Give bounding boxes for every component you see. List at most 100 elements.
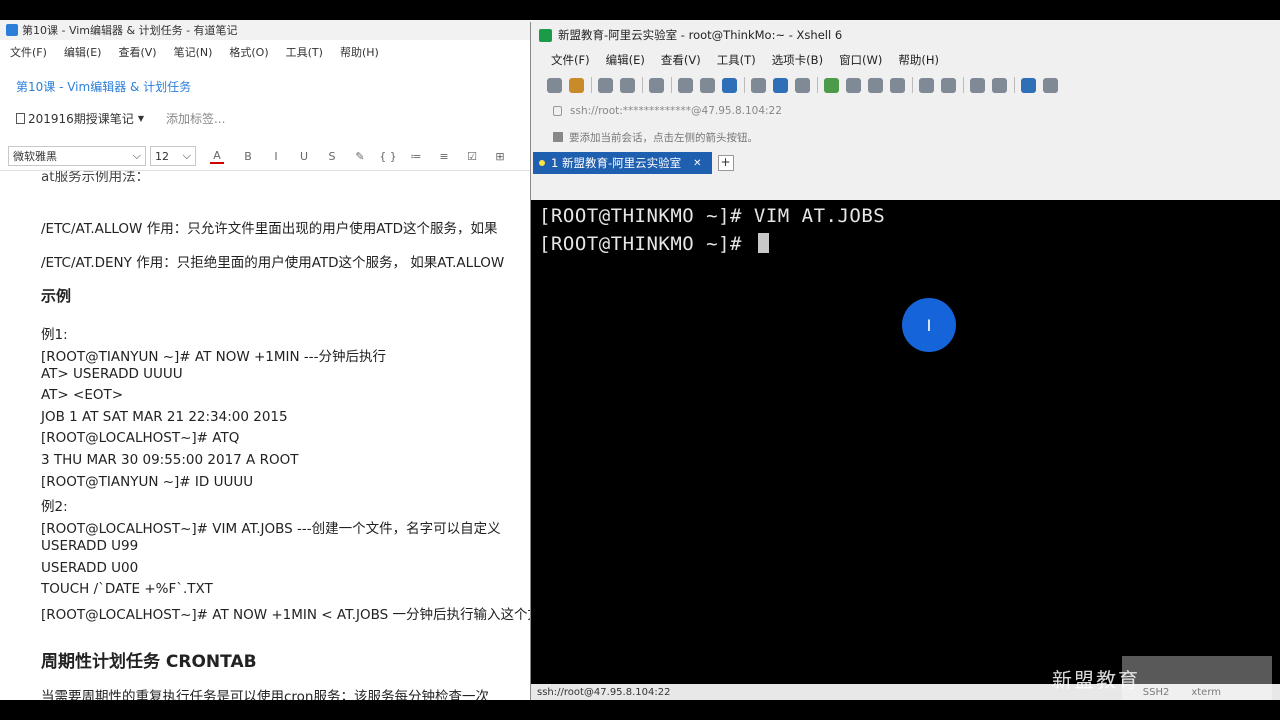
note-menu-view[interactable]: 查看(V) (118, 44, 156, 60)
chevron-down-icon: ⌵ (132, 149, 141, 162)
underline-button[interactable]: U (290, 150, 318, 163)
lock-icon (553, 106, 562, 116)
chevron-down-icon: ▼ (137, 114, 144, 123)
search-icon[interactable] (722, 77, 737, 93)
font-size-select[interactable]: 12 ⌵ (150, 146, 196, 166)
letterbox-bottom (0, 700, 1280, 720)
note-line: [ROOT@LOCALHOST~]# VIM AT.JOBS ---创建一个文件… (41, 521, 501, 537)
note-editor[interactable]: at服务示例用法： /ETC/AT.ALLOW 作用：只允许文件里面出现的用户使… (0, 170, 530, 700)
note-line: [ROOT@TIANYUN ~]# ID UUUU (41, 474, 254, 490)
note-breadcrumb[interactable]: 第10课 - Vim编辑器 & 计划任务 (16, 78, 191, 95)
chevron-down-icon: ⌵ (182, 149, 191, 162)
add-tab-button[interactable]: + (717, 155, 734, 171)
globe-icon[interactable] (773, 77, 788, 93)
bullet-list-button[interactable]: ≔ (402, 150, 430, 163)
text-cursor-icon: I (926, 315, 932, 335)
font-size-value: 12 (155, 149, 169, 163)
layout-icon[interactable] (992, 77, 1007, 93)
transfer-icon[interactable] (846, 77, 861, 93)
code-button[interactable]: { } (374, 150, 402, 163)
xshell-menu-help[interactable]: 帮助(H) (898, 52, 939, 68)
xshell-menubar: 文件(F) 编辑(E) 查看(V) 工具(T) 选项卡(B) 窗口(W) 帮助(… (531, 48, 1280, 72)
address-value: ssh://root:*************@47.95.8.104:22 (570, 105, 782, 117)
address-bar[interactable]: ssh://root:*************@47.95.8.104:22 (531, 98, 1280, 124)
tab-label: 1 新盟教育-阿里云实验室 (551, 156, 682, 170)
note-line: [ROOT@TIANYUN ~]# AT NOW +1MIN ---分钟后执行 (41, 349, 387, 365)
xshell-menu-view[interactable]: 查看(V) (661, 52, 701, 68)
note-app-icon (6, 24, 18, 36)
terminal-prompt: [ROOT@THINKMO ~]# (539, 233, 754, 255)
xshell-menu-edit[interactable]: 编辑(E) (606, 52, 645, 68)
toolbar-divider (1014, 77, 1015, 93)
table-button[interactable]: ⊞ (486, 150, 514, 163)
note-menu-file[interactable]: 文件(F) (10, 44, 47, 60)
xshell-window-title: 新盟教育-阿里云实验室 - root@ThinkMo:~ - Xshell 6 (558, 28, 843, 42)
link-icon[interactable] (598, 77, 613, 93)
mouse-highlight: I (902, 298, 956, 352)
script-icon[interactable] (941, 77, 956, 93)
note-line: TOUCH /`DATE +%F`.TXT (41, 581, 213, 597)
font-color-button[interactable]: A (210, 149, 224, 164)
new-session-icon[interactable] (547, 77, 562, 93)
notebook-selector[interactable]: 201916期授课笔记 ▼ 添加标签... (16, 110, 225, 127)
font-family-select[interactable]: 微软雅黑 ⌵ (8, 146, 146, 166)
note-line: JOB 1 AT SAT MAR 21 22:34:00 2015 (41, 409, 288, 425)
compose-icon[interactable] (970, 77, 985, 93)
note-menu-note[interactable]: 笔记(N) (174, 44, 213, 60)
xshell-menu-tools[interactable]: 工具(T) (717, 52, 756, 68)
toolbar-divider (744, 77, 745, 93)
open-folder-icon[interactable] (569, 77, 584, 93)
highlight-button[interactable]: ✎ (346, 150, 374, 163)
xshell-window: 新盟教育-阿里云实验室 - root@ThinkMo:~ - Xshell 6 … (530, 22, 1280, 700)
add-tag-input[interactable]: 添加标签... (166, 110, 225, 127)
print-icon[interactable] (751, 77, 766, 93)
lock-icon[interactable] (890, 77, 905, 93)
note-menu-format[interactable]: 格式(O) (229, 44, 268, 60)
checkbox-button[interactable]: ☑ (458, 150, 486, 163)
bold-button[interactable]: B (234, 150, 262, 163)
keyboard-icon[interactable] (919, 77, 934, 93)
note-menu-help[interactable]: 帮助(H) (340, 44, 379, 60)
note-line: [ROOT@LOCALHOST~]# ATQ (41, 430, 240, 446)
toolbar-divider (963, 77, 964, 93)
note-menu-edit[interactable]: 编辑(E) (64, 44, 102, 60)
notebook-name: 201916期授课笔记 (28, 112, 134, 126)
note-line: 当需要周期性的重复执行任务是可以使用cron服务；该服务每分钟检查一次 (41, 689, 489, 700)
note-line: 例2: (41, 499, 68, 515)
note-line: AT> <EOT> (41, 387, 124, 403)
font-icon[interactable] (795, 77, 810, 93)
toolbar-divider (642, 77, 643, 93)
fullscreen-icon[interactable] (868, 77, 883, 93)
strikethrough-button[interactable]: S (318, 150, 346, 163)
toolbar-divider (817, 77, 818, 93)
note-line: /ETC/AT.DENY 作用：只拒绝里面的用户使用ATD这个服务， 如果AT.… (41, 255, 505, 271)
copy-icon[interactable] (678, 77, 693, 93)
help-icon[interactable] (1021, 77, 1036, 93)
note-line: USERADD U00 (41, 560, 139, 576)
font-family-value: 微软雅黑 (13, 150, 57, 163)
xftp-icon[interactable] (824, 77, 839, 93)
xshell-menu-tabs[interactable]: 选项卡(B) (772, 52, 823, 68)
tab-session-1[interactable]: 1 新盟教育-阿里云实验室 ✕ (533, 152, 712, 174)
properties-icon[interactable] (649, 77, 664, 93)
xshell-menu-file[interactable]: 文件(F) (551, 52, 590, 68)
arrow-icon[interactable] (553, 132, 563, 142)
session-hint-text: 要添加当前会话，点击左侧的箭头按钮。 (569, 131, 758, 144)
paste-icon[interactable] (700, 77, 715, 93)
xshell-toolbar (531, 72, 1280, 98)
terminal[interactable]: [ROOT@THINKMO ~]# VIM AT.JOBS [ROOT@THIN… (531, 200, 1280, 684)
note-heading: 示例 (41, 287, 72, 305)
toolbar-divider (671, 77, 672, 93)
numbered-list-button[interactable]: ≡ (430, 150, 458, 163)
disconnect-icon[interactable] (620, 77, 635, 93)
session-hint-bar: 要添加当前会话，点击左侧的箭头按钮。 (531, 124, 1280, 150)
chat-icon[interactable] (1043, 77, 1058, 93)
note-line: at服务示例用法： (41, 170, 150, 185)
letterbox-top (0, 0, 1280, 20)
close-icon[interactable]: ✕ (693, 158, 701, 169)
note-menu-tools[interactable]: 工具(T) (286, 44, 323, 60)
italic-button[interactable]: I (262, 150, 290, 163)
toolbar-divider (912, 77, 913, 93)
status-dot-icon (539, 160, 545, 166)
xshell-menu-window[interactable]: 窗口(W) (839, 52, 882, 68)
